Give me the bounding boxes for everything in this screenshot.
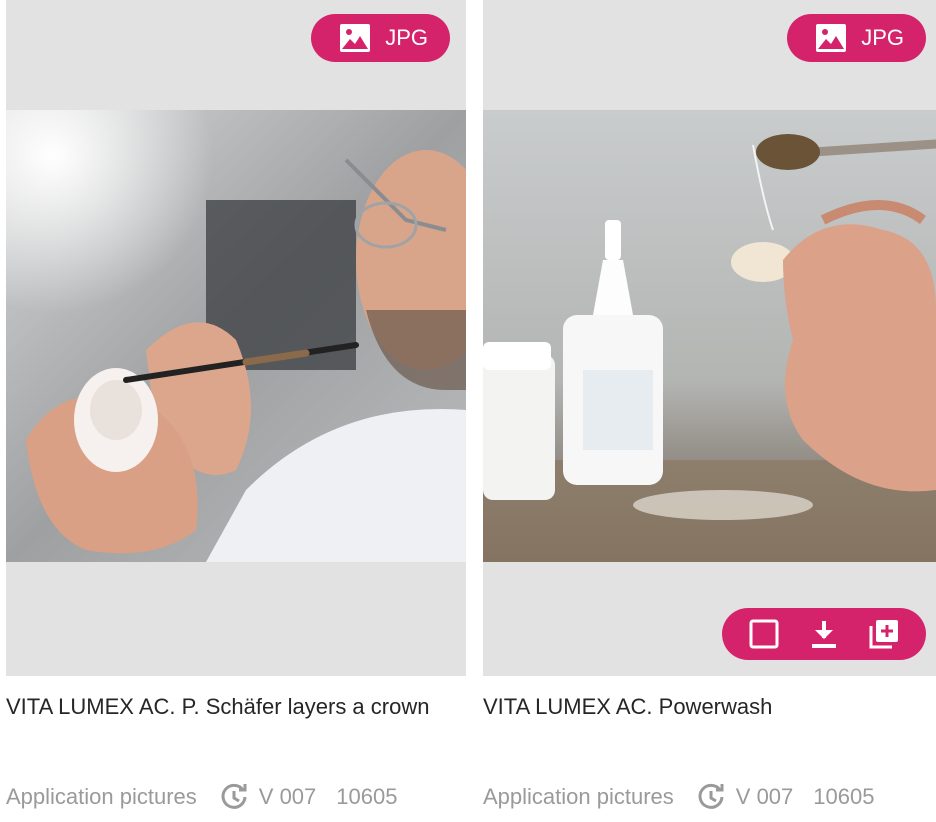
- history-icon: [696, 782, 726, 812]
- photo-powerwash: [483, 110, 936, 562]
- history-icon: [219, 782, 249, 812]
- asset-card[interactable]: JPG VITA LUMEX AC. Powerwash Application…: [483, 0, 936, 822]
- asset-code: 10605: [813, 784, 875, 809]
- asset-category: Application pictures: [483, 784, 674, 809]
- file-type-label: JPG: [385, 25, 428, 50]
- file-type-badge: JPG: [311, 14, 450, 62]
- image-icon: [339, 23, 371, 53]
- checkbox-icon: [749, 619, 779, 649]
- asset-photo[interactable]: [6, 110, 466, 562]
- asset-code: 10605: [336, 784, 398, 809]
- asset-meta: Application pictures V 007 10605: [6, 782, 397, 812]
- asset-actions-bar: [722, 608, 926, 660]
- file-type-label: JPG: [861, 25, 904, 50]
- asset-version: V 007: [258, 784, 317, 809]
- asset-preview[interactable]: JPG: [483, 0, 936, 676]
- asset-category: Application pictures: [6, 784, 197, 809]
- asset-title[interactable]: VITA LUMEX AC. P. Schäfer layers a crown: [6, 694, 429, 720]
- asset-meta: Application pictures V 007 10605: [483, 782, 874, 812]
- asset-preview[interactable]: JPG: [6, 0, 466, 676]
- asset-title[interactable]: VITA LUMEX AC. Powerwash: [483, 694, 772, 720]
- add-to-collection-icon: [869, 620, 898, 649]
- image-icon: [815, 23, 847, 53]
- select-checkbox[interactable]: [744, 614, 784, 654]
- asset-photo[interactable]: [483, 110, 936, 562]
- download-icon: [812, 621, 836, 648]
- asset-version: V 007: [735, 784, 794, 809]
- download-button[interactable]: [804, 614, 844, 654]
- file-type-badge: JPG: [787, 14, 926, 62]
- asset-card[interactable]: JPG VITA LUMEX AC. P. Schäfer layers a c…: [6, 0, 466, 822]
- photo-dental-technician: [6, 110, 466, 562]
- add-to-collection-button[interactable]: [864, 614, 904, 654]
